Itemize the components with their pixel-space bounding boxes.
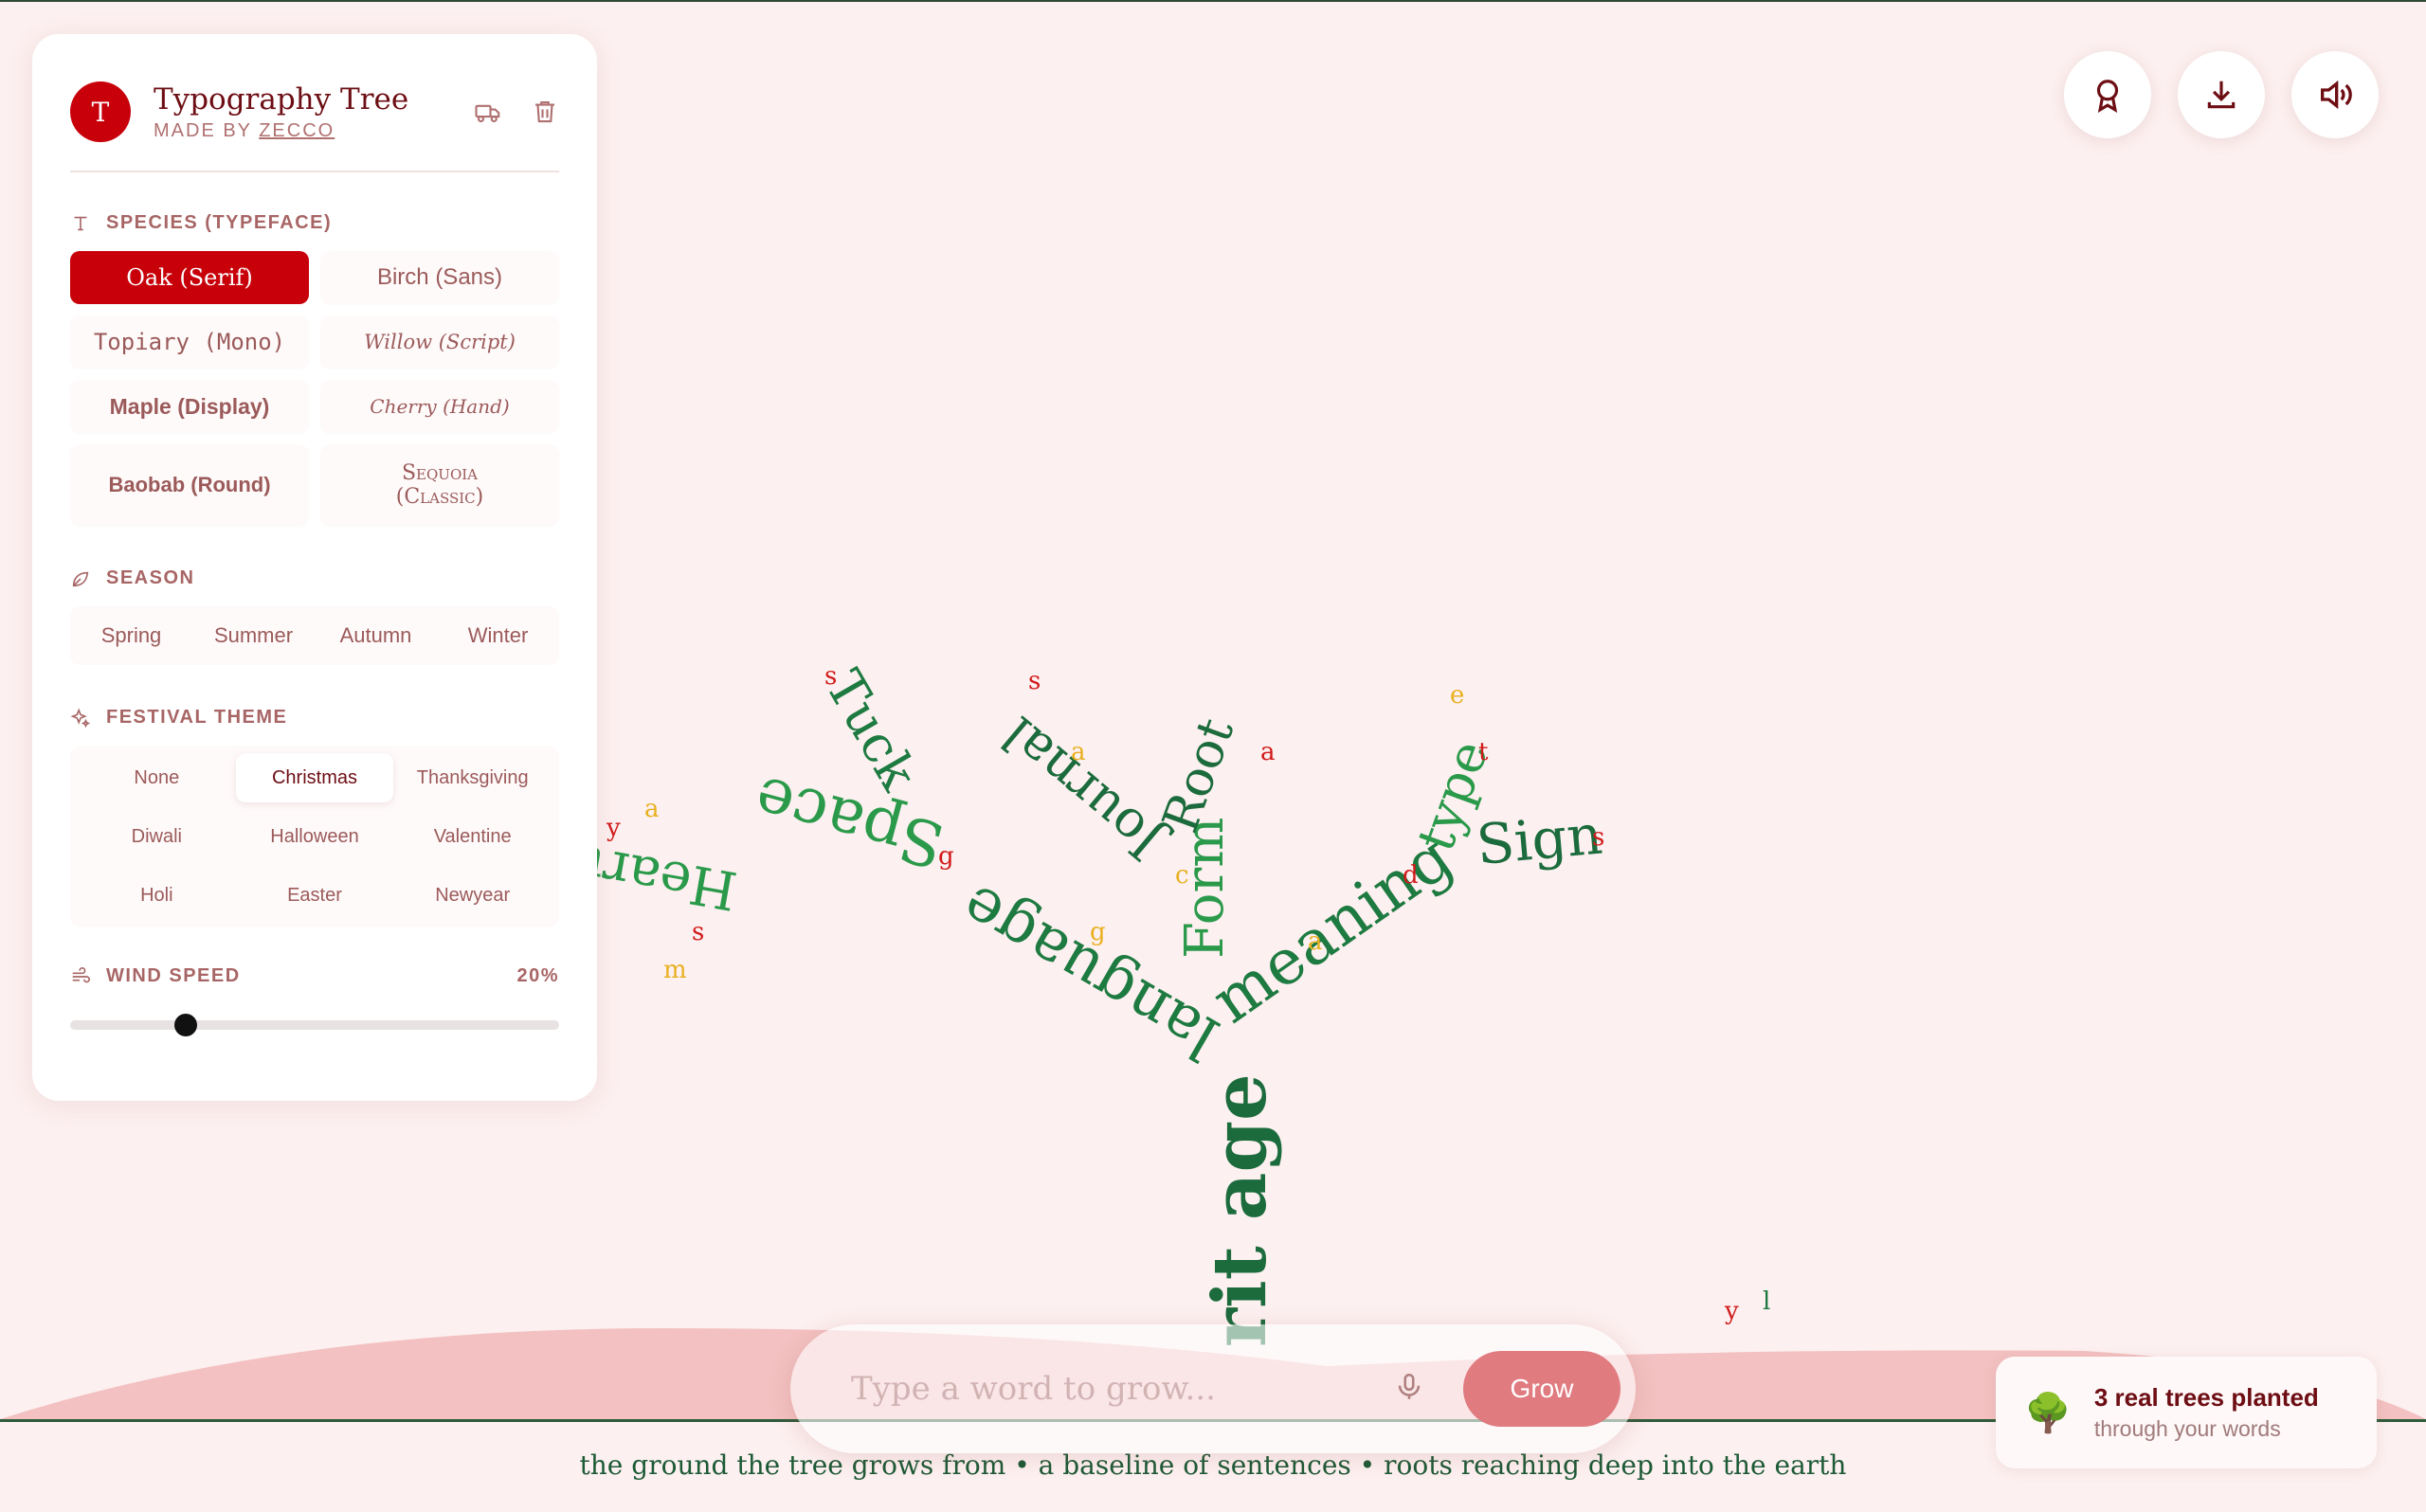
award-icon xyxy=(2096,80,2119,113)
season-autumn[interactable]: Autumn xyxy=(315,623,437,648)
festival-options: None Christmas Thanksgiving Diwali Hallo… xyxy=(70,746,559,927)
microphone-icon[interactable] xyxy=(1393,1371,1425,1408)
tree-branches: language Space Heart Tuck Journal meanin… xyxy=(577,660,1605,1072)
download-button[interactable] xyxy=(2178,51,2265,138)
slider-thumb[interactable] xyxy=(174,1014,198,1036)
branch-word: Journal xyxy=(990,705,1177,874)
season-options: Spring Summer Autumn Winter xyxy=(70,606,559,665)
author-link[interactable]: ZECCO xyxy=(259,120,335,141)
festival-christmas[interactable]: Christmas xyxy=(235,753,394,802)
leaf: s xyxy=(824,662,837,691)
season-section-label: SEASON xyxy=(70,567,559,589)
branch-word: meaning xyxy=(1199,820,1465,1037)
leaf: s xyxy=(1592,823,1604,852)
festival-thanksgiving[interactable]: Thanksgiving xyxy=(393,753,552,802)
branch-word: Heart xyxy=(577,834,742,922)
app-logo: T xyxy=(70,81,131,142)
species-willow[interactable]: Willow (Script) xyxy=(320,315,559,369)
tree-icon: 🌳 xyxy=(2024,1392,2072,1434)
wind-section-label: WIND SPEED 20% xyxy=(70,965,559,987)
season-summer[interactable]: Summer xyxy=(192,623,315,648)
wind-value: 20% xyxy=(516,965,559,986)
planted-subline: through your words xyxy=(2093,1416,2281,1441)
species-birch[interactable]: Birch (Sans) xyxy=(320,251,559,304)
leaf: e xyxy=(1450,681,1464,710)
species-maple[interactable]: Maple (Display) xyxy=(70,380,309,433)
species-options: Oak (Serif) Birch (Sans) Topiary (Mono) … xyxy=(70,251,559,526)
tree-trunk: rit age xyxy=(1197,1073,1283,1347)
leaf: a xyxy=(644,795,660,823)
species-section-label: SPECIES (TYPEFACE) xyxy=(70,212,559,234)
award-button[interactable] xyxy=(2064,51,2151,138)
made-by: MADE BY ZECCO xyxy=(154,119,335,141)
brand-header: T Typography Tree MADE BY ZECCO xyxy=(70,72,559,152)
slider-track[interactable] xyxy=(70,1020,559,1030)
festival-section-label: FESTIVAL THEME xyxy=(70,707,559,729)
festival-easter[interactable]: Easter xyxy=(236,871,394,920)
planted-card: 🌳 3 real trees planted through your word… xyxy=(1996,1357,2377,1468)
grow-button[interactable]: Grow xyxy=(1463,1351,1620,1427)
leaf: m xyxy=(663,956,687,984)
leaf: a xyxy=(1260,738,1276,766)
leaf: y xyxy=(606,814,621,842)
festival-holi[interactable]: Holi xyxy=(78,871,236,920)
festival-none[interactable]: None xyxy=(78,753,236,802)
wind-slider[interactable] xyxy=(70,1004,559,1042)
leaf: a xyxy=(1071,738,1086,766)
leaf: g xyxy=(1090,918,1106,946)
sparkles-icon xyxy=(70,708,91,728)
sound-button[interactable] xyxy=(2291,51,2379,138)
leaf: s xyxy=(692,918,704,946)
species-baobab[interactable]: Baobab (Round) xyxy=(70,444,309,526)
branch-word: Sign xyxy=(1474,802,1604,877)
download-icon xyxy=(2207,81,2236,109)
volume-icon xyxy=(2321,80,2352,110)
wind-icon xyxy=(72,966,90,982)
species-cherry[interactable]: Cherry (Hand) xyxy=(320,380,559,433)
season-winter[interactable]: Winter xyxy=(437,623,559,648)
trunk-word: rit age xyxy=(1197,1073,1283,1347)
festival-halloween[interactable]: Halloween xyxy=(236,812,394,861)
festival-diwali[interactable]: Diwali xyxy=(78,812,236,861)
word-input[interactable] xyxy=(849,1369,1393,1409)
leaf-icon xyxy=(72,571,89,586)
species-sequoia[interactable]: Sequoia (Classic) xyxy=(320,444,559,526)
leaf: c xyxy=(1175,861,1189,890)
branch-word: Space xyxy=(747,762,951,882)
species-oak[interactable]: Oak (Serif) xyxy=(70,251,309,304)
planted-headline: 3 real trees planted xyxy=(2093,1383,2319,1412)
season-spring[interactable]: Spring xyxy=(70,623,192,648)
app-title: Typography Tree xyxy=(154,81,409,117)
festival-valentine[interactable]: Valentine xyxy=(393,812,552,861)
leaf: t xyxy=(1478,738,1489,766)
leaf: a xyxy=(1308,927,1323,956)
leaf: d xyxy=(1403,861,1419,890)
trash-icon[interactable] xyxy=(531,98,559,126)
divider xyxy=(70,171,559,172)
species-topiary[interactable]: Topiary (Mono) xyxy=(70,315,309,369)
word-input-bar: Grow xyxy=(790,1324,1636,1453)
settings-panel: T Typography Tree MADE BY ZECCO SPECIES … xyxy=(32,34,597,1101)
text-icon xyxy=(74,216,87,230)
truck-icon[interactable] xyxy=(474,98,502,126)
leaf: s xyxy=(1028,667,1041,695)
festival-newyear[interactable]: Newyear xyxy=(393,871,552,920)
leaf: g xyxy=(938,842,954,871)
